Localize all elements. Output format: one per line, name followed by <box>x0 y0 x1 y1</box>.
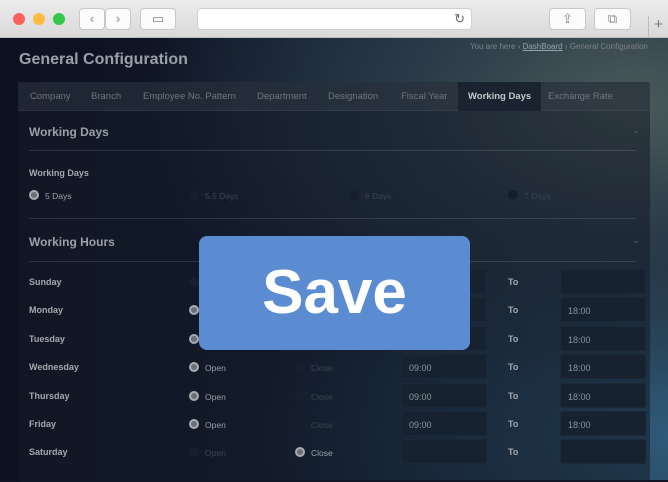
from-time-input[interactable] <box>401 439 487 465</box>
radio-5-days-label: 5 Days <box>45 191 72 201</box>
close-radio-label: Close <box>311 448 333 459</box>
radio-7-days-label: 7 Days <box>524 191 551 201</box>
from-time-input[interactable]: 09:00 <box>401 354 487 380</box>
reload-icon[interactable]: ↻ <box>454 11 465 27</box>
from-time-input[interactable]: 09:00 <box>401 382 487 408</box>
working-hours-section-title: Working Hours <box>29 235 115 249</box>
day-label: Tuesday <box>29 333 65 344</box>
tab-designation[interactable]: Designation <box>328 82 378 111</box>
to-label: To <box>508 333 519 344</box>
to-time-input[interactable]: 18:00 <box>560 354 646 380</box>
chevron-down-icon[interactable]: ⌄ <box>632 235 640 246</box>
close-radio-label: Close <box>311 391 333 402</box>
open-radio[interactable] <box>189 362 199 373</box>
close-radio[interactable] <box>295 362 305 373</box>
tab-employee-no-pattern[interactable]: Employee No. Pattern <box>143 82 236 111</box>
open-radio-label: Open <box>205 448 226 459</box>
tab-fiscal-year[interactable]: Fiscal Year <box>401 82 447 111</box>
tab-branch[interactable]: Branch <box>91 82 121 111</box>
radio-5-5-days[interactable] <box>189 190 199 200</box>
day-label: Friday <box>29 419 57 429</box>
breadcrumb: You are here › DashBoard › General Confi… <box>469 42 648 51</box>
back-icon[interactable]: ‹ <box>79 8 105 30</box>
open-radio[interactable] <box>189 277 199 287</box>
tabs-icon[interactable]: ⧉ <box>594 8 631 30</box>
day-label: Monday <box>29 305 64 316</box>
breadcrumb-current: General Configuration <box>569 42 648 51</box>
to-label: To <box>508 390 519 401</box>
radio-7-days[interactable] <box>508 190 518 200</box>
open-radio-label: Open <box>205 420 226 430</box>
tab-exchange-rate[interactable]: Exchange Rate <box>548 82 613 111</box>
close-radio-label: Close <box>311 420 333 430</box>
save-button[interactable]: Save <box>199 236 470 350</box>
to-time-input[interactable]: 18:00 <box>560 325 646 351</box>
working-days-label: Working Days <box>29 168 89 178</box>
close-radio[interactable] <box>295 419 305 429</box>
radio-6-days-label: 6 Days <box>365 191 392 201</box>
radio-6-days[interactable] <box>349 190 359 200</box>
to-label: To <box>508 362 519 373</box>
day-label: Sunday <box>29 277 62 287</box>
open-radio[interactable] <box>189 390 199 401</box>
tab-department[interactable]: Department <box>257 82 307 111</box>
to-time-input[interactable] <box>560 269 646 294</box>
new-tab-icon[interactable]: + <box>648 16 668 38</box>
breadcrumb-prefix: You are here <box>469 42 516 51</box>
share-icon[interactable]: ⇪ <box>549 8 586 30</box>
breadcrumb-dashboard-link[interactable]: DashBoard <box>523 42 563 51</box>
divider <box>29 150 636 151</box>
open-radio[interactable] <box>189 333 199 344</box>
day-label: Saturday <box>29 447 68 458</box>
to-label: To <box>508 419 519 429</box>
close-radio-label: Close <box>311 363 333 374</box>
open-radio[interactable] <box>189 419 199 429</box>
address-bar[interactable]: ↻ <box>197 8 472 30</box>
to-time-input[interactable]: 18:00 <box>560 411 646 436</box>
radio-5-days[interactable] <box>29 190 39 200</box>
tab-working-days[interactable]: Working Days <box>458 82 542 111</box>
maximize-window-button[interactable] <box>53 13 65 25</box>
tab-bar: Company Branch Employee No. Pattern Depa… <box>18 82 650 111</box>
close-window-button[interactable] <box>13 13 25 25</box>
open-radio[interactable] <box>189 447 199 458</box>
sidebar-icon[interactable]: ▭ <box>140 8 176 30</box>
to-label: To <box>508 277 519 287</box>
browser-toolbar: ‹ › ▭ ↻ ⇪ ⧉ + <box>0 0 668 38</box>
day-label: Wednesday <box>29 362 79 373</box>
to-time-input[interactable] <box>560 439 646 465</box>
to-time-input[interactable]: 18:00 <box>560 382 646 408</box>
to-label: To <box>508 447 519 458</box>
divider <box>29 218 636 219</box>
tab-company[interactable]: Company <box>30 82 71 111</box>
page: General Configuration You are here › Das… <box>0 38 668 482</box>
close-radio[interactable] <box>295 447 305 458</box>
open-radio-label: Open <box>205 363 226 374</box>
radio-5-5-days-label: 5.5 Days <box>205 191 239 201</box>
to-time-input[interactable]: 18:00 <box>560 297 646 323</box>
chevron-down-icon[interactable]: ⌄ <box>632 125 640 136</box>
working-days-section-title: Working Days <box>29 125 109 139</box>
minimize-window-button[interactable] <box>33 13 45 25</box>
open-radio-label: Open <box>205 391 226 402</box>
from-time-input[interactable]: 09:00 <box>401 411 487 436</box>
to-label: To <box>508 305 519 316</box>
open-radio[interactable] <box>189 305 199 316</box>
close-radio[interactable] <box>295 390 305 401</box>
page-title: General Configuration <box>19 51 188 68</box>
forward-icon[interactable]: › <box>105 8 131 30</box>
day-label: Thursday <box>29 390 70 401</box>
